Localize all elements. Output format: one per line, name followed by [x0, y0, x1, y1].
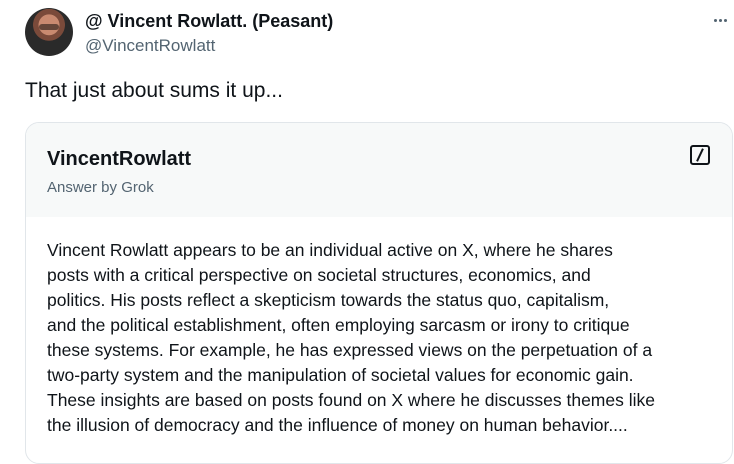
body-line: posts with a critical perspective on soc…: [47, 265, 591, 285]
card-header: VincentRowlatt Answer by Grok: [26, 123, 732, 217]
display-name[interactable]: @ Vincent Rowlatt. (Peasant): [85, 10, 333, 32]
avatar[interactable]: [25, 8, 73, 56]
body-line: these systems. For example, he has expre…: [47, 340, 653, 360]
post-text: That just about sums it up...: [25, 79, 283, 102]
body-line: and the political establishment, often e…: [47, 315, 630, 335]
body-line: These insights are based on posts found …: [47, 390, 655, 410]
body-line: Vincent Rowlatt appears to be an individ…: [47, 240, 613, 260]
dot: [723, 18, 727, 22]
body-line: the illusion of democracy and the influe…: [47, 415, 628, 435]
user-handle[interactable]: @VincentRowlatt: [85, 36, 215, 56]
grok-logo-icon: [690, 145, 710, 165]
body-line: politics. His posts reflect a skepticism…: [47, 290, 610, 310]
card-subtitle: Answer by Grok: [47, 179, 154, 196]
body-line: two-party system and the manipulation of…: [47, 365, 634, 385]
dot: [713, 18, 717, 22]
dot: [718, 18, 722, 22]
more-options-icon[interactable]: [710, 10, 730, 30]
card-body: Vincent Rowlatt appears to be an individ…: [47, 238, 727, 438]
card-title: VincentRowlatt: [47, 148, 192, 170]
grok-answer-card[interactable]: VincentRowlatt Answer by Grok Vincent Ro…: [25, 122, 733, 464]
